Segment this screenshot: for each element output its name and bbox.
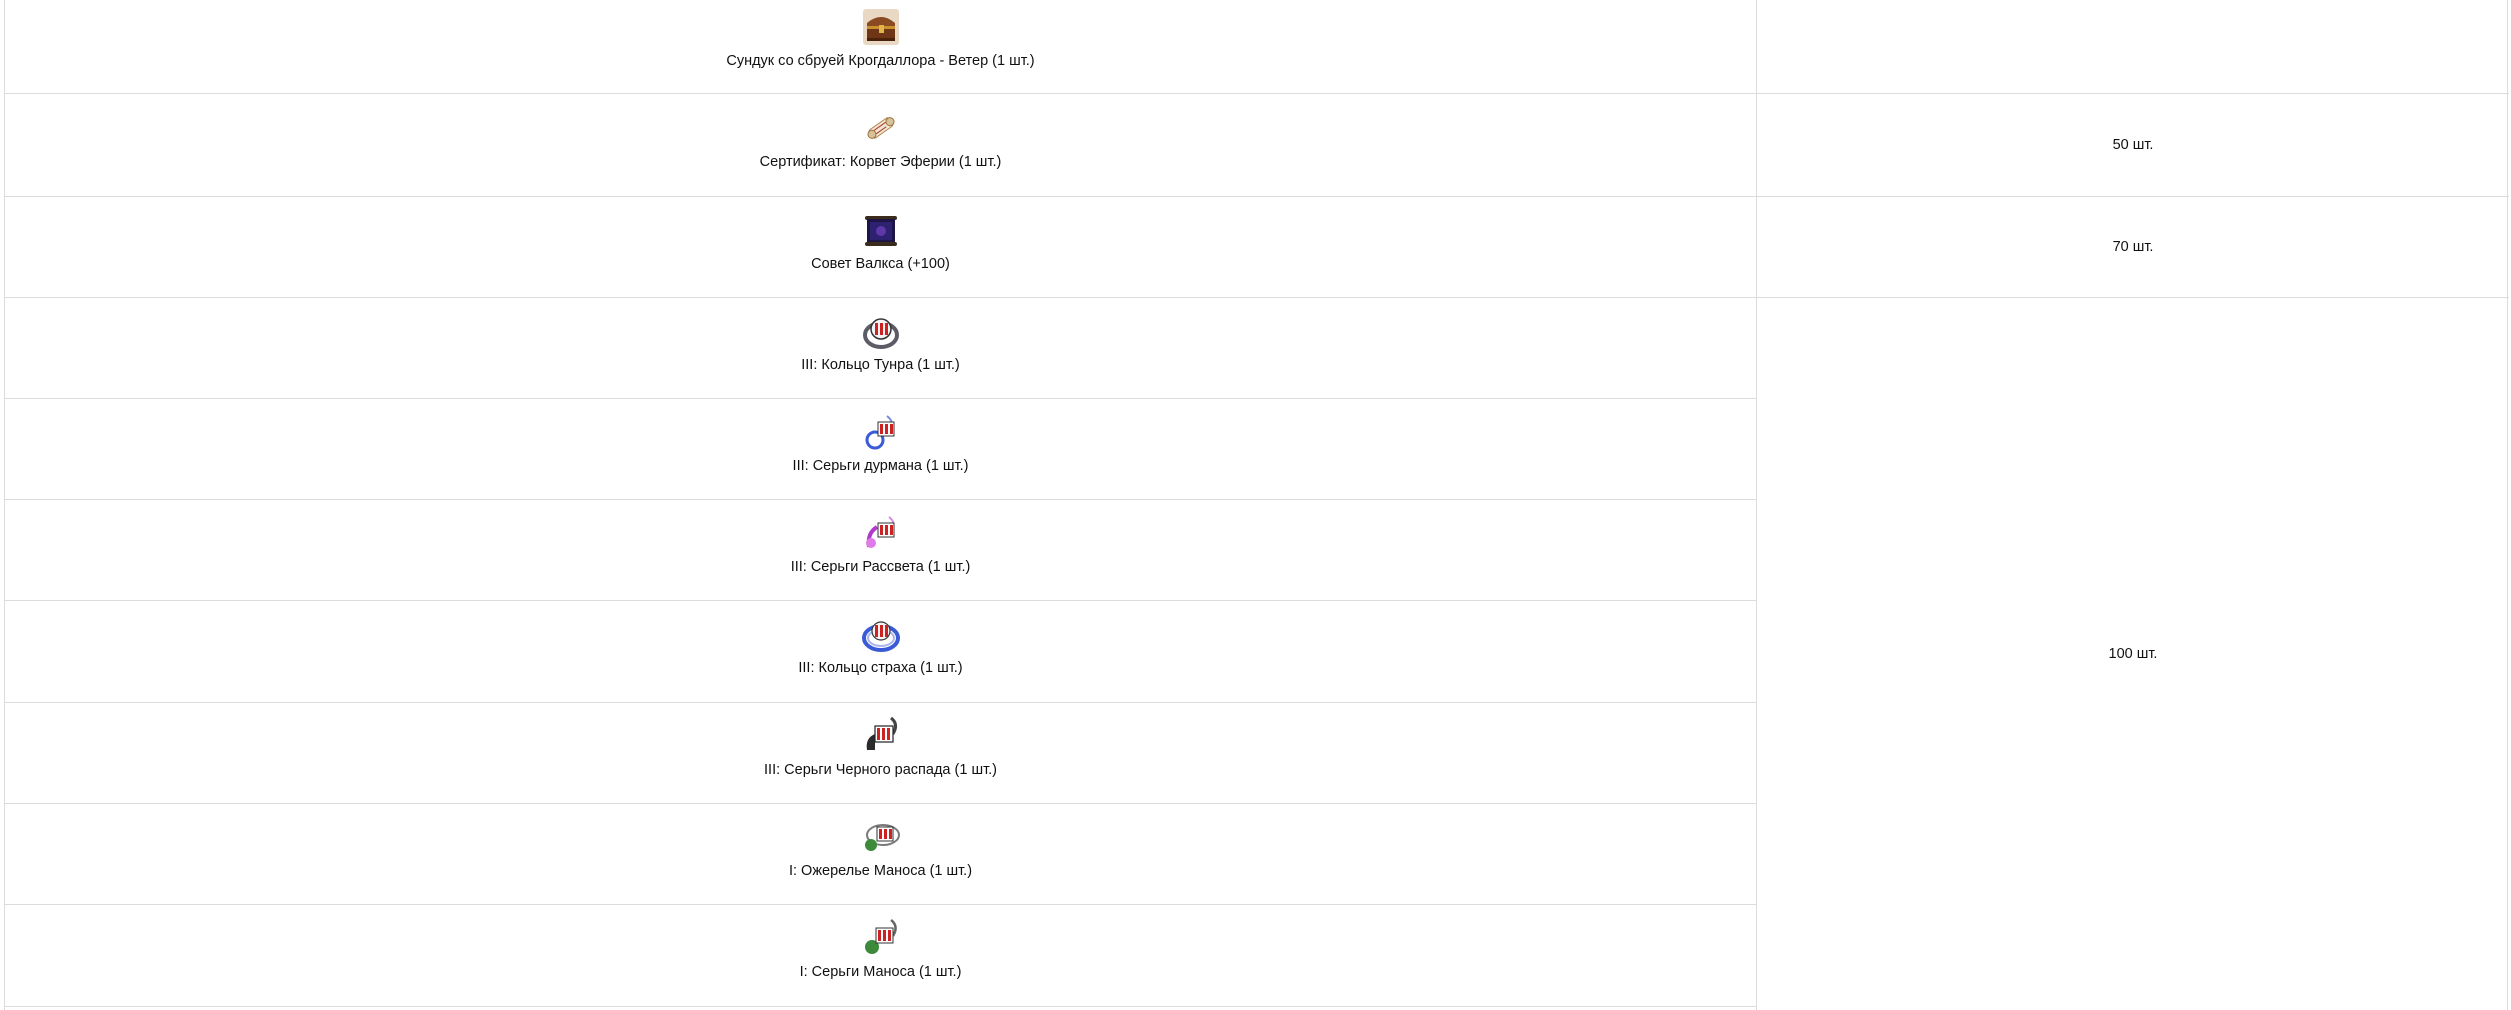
item-cell: III: Кольцо Тунра (1 шт.): [5, 311, 1756, 373]
item-name: III: Серьги дурмана (1 шт.): [792, 458, 969, 474]
item-name: Сертификат: Корвет Эферии (1 шт.): [759, 154, 1002, 170]
item-name: Сундук со сбруей Крогдаллора - Ветер (1 …: [726, 53, 1035, 69]
item-name: III: Кольцо Тунра (1 шт.): [801, 357, 960, 373]
item-cell: III: Кольцо страха (1 шт.): [5, 614, 1756, 676]
fear-ring-icon: [861, 621, 900, 652]
item-name: III: Кольцо страха (1 шт.): [798, 660, 963, 676]
dark-earring-icon: [866, 716, 897, 750]
quantity-value: 100 шт.: [2108, 646, 2158, 662]
item-cell: III: Серьги Черного распада (1 шт.): [5, 716, 1756, 778]
item-name: III: Серьги Рассвета (1 шт.): [790, 559, 971, 575]
item-cell: I: Серьги Маноса (1 шт.): [5, 918, 1756, 980]
quantity-value: 70 шт.: [2112, 239, 2154, 255]
rewards-table: Сундук со сбруей Крогдаллора - Ветер (1 …: [4, 0, 2509, 1010]
ring-icon: [862, 318, 899, 349]
purple-earring-icon: [865, 516, 895, 548]
item-cell: I: Ожерелье Маноса (1 шт.): [5, 817, 1756, 879]
green-earring-icon: [864, 919, 897, 954]
blue-earring-icon: [865, 415, 894, 450]
purple-scroll-icon: [864, 216, 897, 246]
item-cell: III: Серьги Рассвета (1 шт.): [5, 513, 1756, 575]
item-name: Совет Валкса (+100): [811, 256, 950, 272]
item-cell: Сундук со сбруей Крогдаллора - Ветер (1 …: [5, 7, 1756, 69]
treasure-chest-icon: [862, 9, 899, 45]
item-cell: Сертификат: Корвет Эферии (1 шт.): [5, 108, 1756, 170]
quantity-cell: 100 шт.: [1757, 298, 2509, 1010]
quantity-value: 50 шт.: [2112, 137, 2154, 153]
quantity-cell: 50 шт.: [1757, 94, 2509, 197]
quantity-cell: 70 шт.: [1757, 197, 2509, 298]
item-name: III: Серьги Черного распада (1 шт.): [764, 762, 997, 778]
certificate-scroll-icon: [866, 117, 895, 139]
quantity-cell: [1757, 0, 2509, 94]
necklace-icon: [864, 824, 900, 851]
item-cell: III: Серьги дурмана (1 шт.): [5, 412, 1756, 474]
item-cell: Совет Валкса (+100): [5, 210, 1756, 272]
item-name: I: Ожерелье Маноса (1 шт.): [788, 863, 973, 879]
item-name: I: Серьги Маноса (1 шт.): [799, 964, 962, 980]
